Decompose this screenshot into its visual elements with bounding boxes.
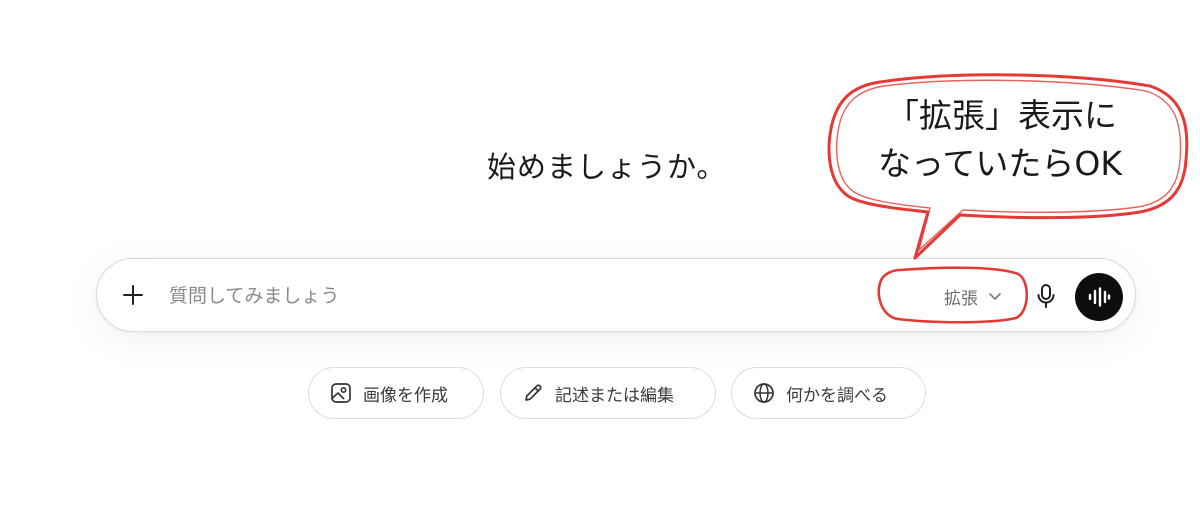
pencil-icon <box>521 381 545 405</box>
microphone-icon <box>1037 284 1055 308</box>
mode-select-label: 拡張 <box>944 288 978 309</box>
globe-icon <box>752 381 776 405</box>
prompt-composer: 拡張 <box>96 258 1136 332</box>
voice-waveform-icon <box>1088 287 1111 307</box>
plus-icon <box>123 285 143 305</box>
suggestion-chips: 画像を作成 記述または編集 何かを調べる <box>0 367 1200 421</box>
annotation-text: 「拡張」表示に なっていたらOK <box>862 92 1162 188</box>
voice-mode-button[interactable] <box>1075 273 1123 321</box>
chip-write-or-edit[interactable]: 記述または編集 <box>500 367 716 419</box>
chip-create-image[interactable]: 画像を作成 <box>308 367 484 419</box>
chip-label: 何かを調べる <box>786 385 888 406</box>
page-heading: 始めましょうか。 <box>487 150 727 184</box>
add-attachment-button[interactable] <box>119 281 147 309</box>
image-icon <box>329 381 353 405</box>
dictate-button[interactable] <box>1031 281 1061 311</box>
chip-label: 記述または編集 <box>555 385 674 406</box>
chip-look-something-up[interactable]: 何かを調べる <box>731 367 926 419</box>
prompt-input[interactable] <box>169 279 769 313</box>
mode-select[interactable]: 拡張 <box>923 281 1023 311</box>
chip-label: 画像を作成 <box>363 385 448 406</box>
annotation-line-1: 「拡張」表示に <box>886 96 1117 135</box>
chevron-down-icon <box>989 293 1001 300</box>
annotation-line-2: なっていたらOK <box>878 144 1122 183</box>
